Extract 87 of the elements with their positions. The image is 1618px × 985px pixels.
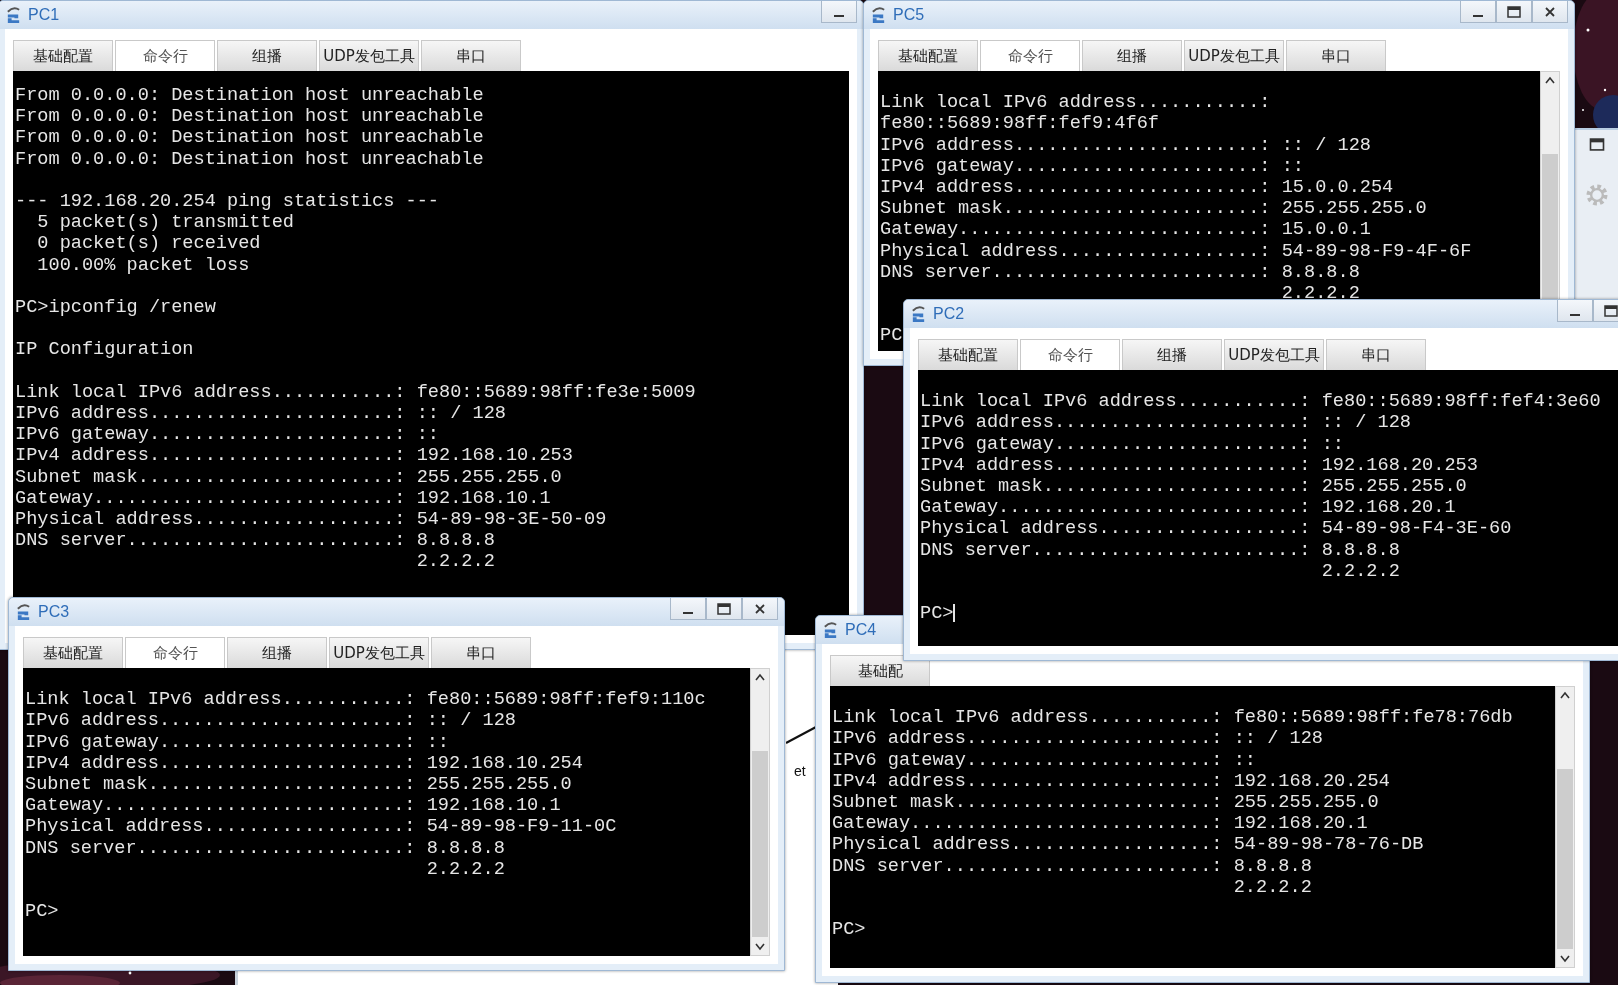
console-line: PC — [880, 325, 904, 347]
tab[interactable]: 命令行 — [1020, 339, 1120, 370]
tab[interactable]: 组播 — [217, 40, 317, 71]
console-line: Link local IPv6 address...........: fe80::5689:98ff:fef4:3e60 — [920, 391, 1602, 413]
console-line: Gateway...........................: 15.0.0.1 — [880, 219, 1372, 241]
tab[interactable]: UDP发包工具 — [1224, 339, 1324, 370]
console-line: Subnet mask.......................: 255.255.255.0 — [920, 476, 1468, 498]
console-line: Physical address..................: 54-89-98-F9-4F-6F — [880, 240, 1473, 262]
console-line: Gateway...........................: 192.168.20.1 — [832, 813, 1369, 835]
console-line: Link local IPv6 address...........: fe80::5689:98ff:fe3e:5009 — [15, 381, 697, 403]
console-line: Subnet mask.......................: 255.255.255.0 — [15, 466, 563, 488]
console-line: IPv6 gateway......................: :: — [15, 424, 440, 446]
tab[interactable]: 串口 — [1286, 40, 1386, 71]
console-line: 5 packet(s) transmitted — [36, 212, 295, 234]
tab[interactable]: 命令行 — [125, 637, 225, 668]
console-line: IPv6 gateway......................: :: — [880, 155, 1305, 177]
console-line: IPv6 gateway......................: :: — [920, 433, 1345, 455]
console-line: Link local IPv6 address...........: fe80::5689:98ff:fe78:76db — [832, 707, 1514, 729]
console-line: Physical address..................: 54-89-98-3E-50-09 — [15, 509, 608, 531]
console-line: Link local IPv6 address...........: fe80::5689:98ff:fef9:110c — [25, 689, 707, 711]
tab[interactable]: 组播 — [1122, 339, 1222, 370]
console-line: IPv6 gateway......................: :: — [25, 731, 450, 753]
console-line: IPv6 gateway......................: :: — [832, 749, 1257, 771]
tab[interactable]: UDP发包工具 — [1184, 40, 1284, 71]
console-line: PC> — [920, 603, 957, 625]
console-line: Physical address..................: 54-89-98-78-76-DB — [832, 834, 1425, 856]
console-line: 2.2.2.2 — [1232, 876, 1313, 898]
console-line: Gateway...........................: 192.168.10.1 — [25, 795, 562, 817]
console-line: IPv6 address......................: :: / 128 — [832, 728, 1324, 750]
tab[interactable]: 基础配置 — [878, 40, 978, 71]
console-line: 2.2.2.2 — [415, 551, 496, 573]
console-line: From 0.0.0.0: Destination host unreachable — [15, 85, 485, 107]
console-line: PC> — [25, 901, 60, 923]
console-line: IPv6 address......................: :: / 128 — [920, 412, 1412, 434]
console-line: From 0.0.0.0: Destination host unreachable — [15, 127, 485, 149]
console-line: 0 packet(s) received — [36, 233, 262, 255]
console-line: --- 192.168.20.254 ping statistics --- — [15, 191, 440, 213]
console-line: IPv4 address......................: 192.168.10.254 — [25, 752, 584, 774]
tab[interactable]: 组播 — [1082, 40, 1182, 71]
tab[interactable]: 基础配置 — [23, 637, 123, 668]
console-line: DNS server........................: 8.8.8.8 — [15, 530, 496, 552]
console-line: DNS server........................: 8.8.8.8 — [880, 261, 1361, 283]
window-title: PC2 — [933, 305, 965, 323]
console-line: 100.00% packet loss — [36, 254, 251, 276]
console-line: PC>ipconfig /renew — [15, 297, 217, 319]
console-line: IPv4 address......................: 15.0.0.254 — [880, 177, 1395, 199]
window-title: PC4 — [845, 621, 877, 639]
console-line: IPv4 address......................: 192.168.20.254 — [832, 770, 1391, 792]
console-line: From 0.0.0.0: Destination host unreachable — [15, 106, 485, 128]
console-line: Physical address..................: 54-89-98-F9-11-0C — [25, 816, 618, 838]
tab[interactable]: 基础配 — [830, 655, 930, 686]
console-line: IPv6 address......................: :: / 128 — [25, 710, 517, 732]
tab[interactable]: 基础配置 — [918, 339, 1018, 370]
tab[interactable]: UDP发包工具 — [319, 40, 419, 71]
console-line: 2.2.2.2 — [1280, 283, 1361, 305]
console-line: Gateway...........................: 192.168.20.1 — [920, 497, 1457, 519]
console-line: 2.2.2.2 — [425, 858, 506, 880]
window-title: PC3 — [38, 603, 70, 621]
console-line: Subnet mask.......................: 255.255.255.0 — [880, 198, 1428, 220]
console-line: Physical address..................: 54-89-98-F4-3E-60 — [920, 518, 1513, 540]
link-label: et — [794, 763, 806, 779]
console-line: IPv4 address......................: 192.168.20.253 — [920, 454, 1479, 476]
console-line: IPv4 address......................: 192.168.10.253 — [15, 445, 574, 467]
console-line: Subnet mask.......................: 255.255.255.0 — [25, 774, 573, 796]
tab[interactable]: 命令行 — [980, 40, 1080, 71]
console-line: IPv6 address......................: :: / 128 — [15, 403, 507, 425]
tab[interactable]: UDP发包工具 — [329, 637, 429, 668]
window-title: PC5 — [893, 6, 925, 24]
console-line: DNS server........................: 8.8.8.8 — [832, 855, 1313, 877]
window-title: PC1 — [28, 6, 60, 24]
console-line: IP Configuration — [15, 339, 195, 361]
console-line: DNS server........................: 8.8.8.8 — [25, 837, 506, 859]
tab[interactable]: 命令行 — [115, 40, 215, 71]
tab[interactable]: 组播 — [227, 637, 327, 668]
console-line: Link local IPv6 address...........: — [880, 92, 1272, 114]
console-line: Gateway...........................: 192.168.10.1 — [15, 487, 552, 509]
console-line: From 0.0.0.0: Destination host unreachable — [15, 148, 485, 170]
tab[interactable]: 基础配置 — [13, 40, 113, 71]
tab[interactable]: 串口 — [431, 637, 531, 668]
console-line: fe80::5689:98ff:fef9:4f6f — [880, 113, 1160, 135]
console-line: 2.2.2.2 — [1320, 560, 1401, 582]
tab[interactable]: 串口 — [421, 40, 521, 71]
console-line: DNS server........................: 8.8.8.8 — [920, 539, 1401, 561]
console-line: IPv6 address......................: :: / 128 — [880, 134, 1372, 156]
console-line: Subnet mask.......................: 255.255.255.0 — [832, 792, 1380, 814]
console-line: PC> — [832, 919, 867, 941]
tab[interactable]: 串口 — [1326, 339, 1426, 370]
